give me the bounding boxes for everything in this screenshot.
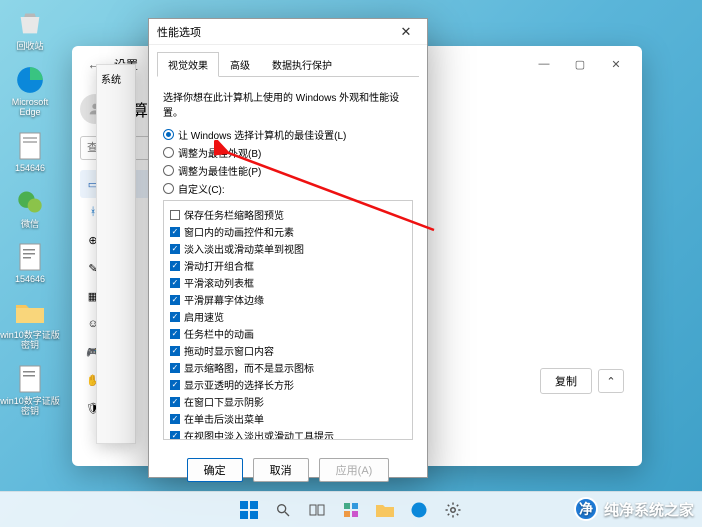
- desktop-icon-edge[interactable]: Microsoft Edge: [0, 64, 60, 118]
- checkbox-icon: ✓: [170, 397, 180, 407]
- start-button[interactable]: [235, 496, 263, 524]
- watermark-text: 纯净系统之家: [604, 499, 694, 520]
- checkbox-option-10[interactable]: ✓ 显示亚透明的选择长方形: [170, 377, 406, 392]
- checkbox-icon: ✓: [170, 261, 180, 271]
- checkbox-option-7[interactable]: ✓ 任务栏中的动画: [170, 326, 406, 341]
- taskbar-edge-icon[interactable]: [405, 496, 433, 524]
- checkbox-icon: ✓: [170, 278, 180, 288]
- checkbox-icon: ✓: [170, 295, 180, 305]
- checkbox-option-11[interactable]: ✓ 在窗口下显示阴影: [170, 394, 406, 409]
- checkbox-label: 任务栏中的动画: [184, 326, 254, 341]
- checkbox-icon: ✓: [170, 312, 180, 322]
- desktop-icon-recycle[interactable]: 回收站: [0, 8, 60, 52]
- checkbox-icon: ✓: [170, 244, 180, 254]
- radio-label: 让 Windows 选择计算机的最佳设置(L): [178, 127, 346, 142]
- close-button[interactable]: ✕: [598, 50, 634, 78]
- taskbar-widgets-icon[interactable]: [337, 496, 365, 524]
- maximize-button[interactable]: ▢: [562, 50, 598, 78]
- checkbox-label: 窗口内的动画控件和元素: [184, 224, 294, 239]
- radio-label: 自定义(C):: [178, 181, 225, 196]
- taskbar-explorer-icon[interactable]: [371, 496, 399, 524]
- radio-icon: [163, 165, 174, 176]
- radio-label: 调整为最佳外观(B): [178, 145, 261, 160]
- checkbox-option-4[interactable]: ✓ 平滑滚动列表框: [170, 275, 406, 290]
- perf-close-button[interactable]: ✕: [393, 22, 419, 42]
- checkbox-option-13[interactable]: ✓ 在视图中淡入淡出或滑动工具提示: [170, 428, 406, 440]
- desktop-icon-wechat[interactable]: 微信: [0, 186, 60, 230]
- expand-button[interactable]: ⌃: [598, 369, 624, 393]
- radio-option-3[interactable]: 自定义(C):: [163, 181, 413, 196]
- radio-option-0[interactable]: 让 Windows 选择计算机的最佳设置(L): [163, 127, 413, 142]
- checkbox-icon: ✓: [170, 431, 180, 441]
- checkbox-icon: [170, 210, 180, 220]
- checkbox-label: 淡入淡出或滑动菜单到视图: [184, 241, 304, 256]
- checkbox-option-5[interactable]: ✓ 平滑屏幕字体边缘: [170, 292, 406, 307]
- checkbox-icon: ✓: [170, 363, 180, 373]
- checkbox-option-12[interactable]: ✓ 在单击后淡出菜单: [170, 411, 406, 426]
- perf-description: 选择你想在此计算机上使用的 Windows 外观和性能设置。: [163, 89, 413, 119]
- checkbox-label: 在单击后淡出菜单: [184, 411, 264, 426]
- checkbox-label: 在视图中淡入淡出或滑动工具提示: [184, 428, 334, 440]
- perf-titlebar: 性能选项 ✕: [149, 19, 427, 45]
- checkbox-option-2[interactable]: ✓ 淡入淡出或滑动菜单到视图: [170, 241, 406, 256]
- watermark-logo-icon: 净: [574, 497, 598, 521]
- desktop: 回收站 Microsoft Edge 154646 微信 154646 win1…: [0, 0, 60, 527]
- minimize-button[interactable]: —: [526, 50, 562, 78]
- taskbar-taskview-icon[interactable]: [303, 496, 331, 524]
- checkbox-icon: ✓: [170, 346, 180, 356]
- checkbox-icon: ✓: [170, 414, 180, 424]
- apply-button: 应用(A): [319, 458, 390, 482]
- checkbox-option-1[interactable]: ✓ 窗口内的动画控件和元素: [170, 224, 406, 239]
- checkbox-label: 启用速览: [184, 309, 224, 324]
- checkbox-label: 保存任务栏缩略图预览: [184, 207, 284, 222]
- checkbox-label: 拖动时显示窗口内容: [184, 343, 274, 358]
- checkbox-label: 显示亚透明的选择长方形: [184, 377, 294, 392]
- perf-body: 选择你想在此计算机上使用的 Windows 外观和性能设置。 让 Windows…: [149, 77, 427, 448]
- radio-icon: [163, 129, 174, 140]
- checkbox-label: 平滑滚动列表框: [184, 275, 254, 290]
- checkbox-label: 平滑屏幕字体边缘: [184, 292, 264, 307]
- checkbox-label: 显示缩略图，而不是显示图标: [184, 360, 314, 375]
- checkbox-icon: ✓: [170, 227, 180, 237]
- desktop-icon-txt2[interactable]: win10数字证版密钥: [0, 363, 60, 417]
- performance-options-dialog: 性能选项 ✕ 视觉效果 高级 数据执行保护 选择你想在此计算机上使用的 Wind…: [148, 18, 428, 478]
- radio-icon: [163, 147, 174, 158]
- checkbox-option-6[interactable]: ✓ 启用速览: [170, 309, 406, 324]
- taskbar-settings-icon[interactable]: [439, 496, 467, 524]
- radio-label: 调整为最佳性能(P): [178, 163, 261, 178]
- checkbox-label: 滑动打开组合框: [184, 258, 254, 273]
- tab-visual-effects[interactable]: 视觉效果: [157, 52, 219, 77]
- desktop-icon-txt1[interactable]: 154646: [0, 241, 60, 285]
- desktop-icon-folder[interactable]: win10数字证版密钥: [0, 297, 60, 351]
- system-properties-window: 系统: [96, 64, 136, 444]
- checkbox-icon: ✓: [170, 380, 180, 390]
- perf-button-row: 确定 取消 应用(A): [149, 448, 427, 492]
- radio-icon: [163, 183, 174, 194]
- options-list: 保存任务栏缩略图预览 ✓ 窗口内的动画控件和元素 ✓ 淡入淡出或滑动菜单到视图 ✓ 滑动打开…: [163, 200, 413, 440]
- radio-option-2[interactable]: 调整为最佳性能(P): [163, 163, 413, 178]
- cancel-button[interactable]: 取消: [253, 458, 309, 482]
- checkbox-option-8[interactable]: ✓ 拖动时显示窗口内容: [170, 343, 406, 358]
- checkbox-label: 在窗口下显示阴影: [184, 394, 264, 409]
- ok-button[interactable]: 确定: [187, 458, 243, 482]
- checkbox-option-0[interactable]: 保存任务栏缩略图预览: [170, 207, 406, 222]
- tab-dep[interactable]: 数据执行保护: [261, 52, 343, 77]
- sys-label: 系统: [97, 65, 135, 92]
- checkbox-icon: ✓: [170, 329, 180, 339]
- taskbar-search-icon[interactable]: [269, 496, 297, 524]
- radio-option-1[interactable]: 调整为最佳外观(B): [163, 145, 413, 160]
- watermark: 净 纯净系统之家: [574, 497, 694, 521]
- checkbox-option-9[interactable]: ✓ 显示缩略图，而不是显示图标: [170, 360, 406, 375]
- desktop-icon-file1[interactable]: 154646: [0, 130, 60, 174]
- perf-title: 性能选项: [157, 24, 201, 40]
- perf-tabs: 视觉效果 高级 数据执行保护: [157, 51, 419, 77]
- checkbox-option-3[interactable]: ✓ 滑动打开组合框: [170, 258, 406, 273]
- copy-button[interactable]: 复制: [540, 368, 592, 394]
- tab-advanced[interactable]: 高级: [219, 52, 261, 77]
